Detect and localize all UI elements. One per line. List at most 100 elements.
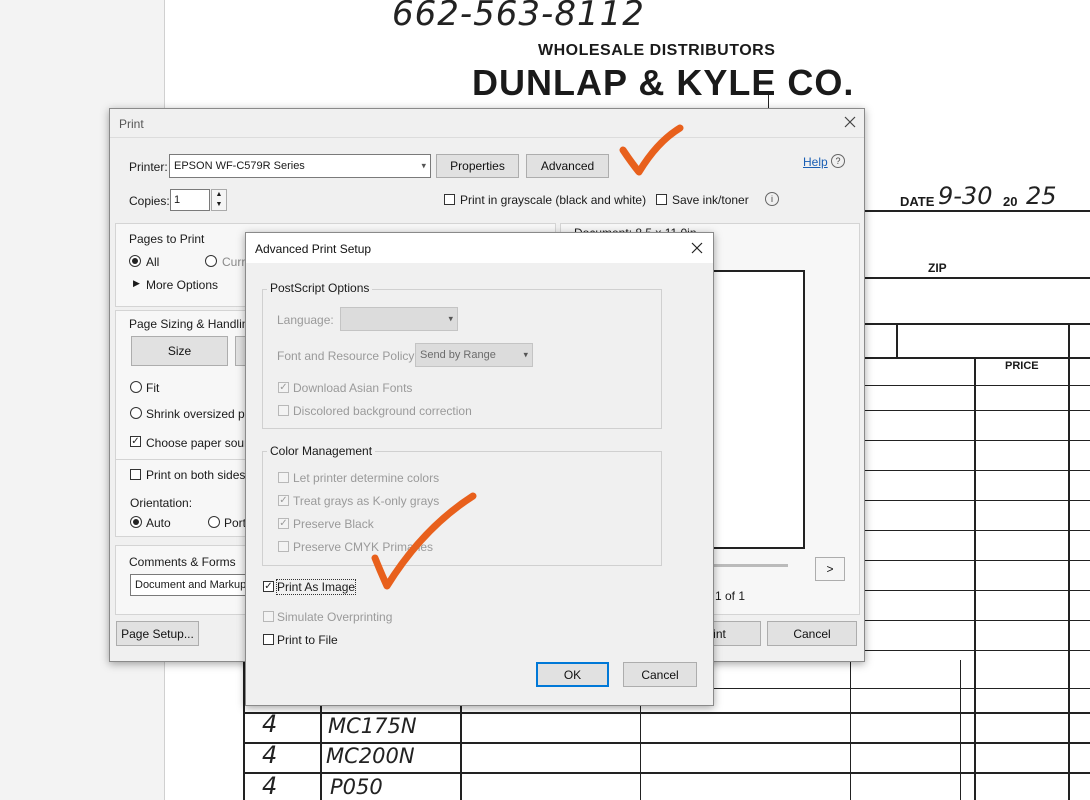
row-item: MC175N <box>328 714 417 738</box>
all-pages-radio[interactable] <box>129 255 141 267</box>
download-asian-checkbox[interactable]: ✓ <box>278 382 289 393</box>
print-to-file-label: Print to File <box>277 633 338 647</box>
sizing-header: Page Sizing & Handling <box>129 317 256 331</box>
choose-source-checkbox[interactable]: ✓ <box>130 436 141 447</box>
order-table-col-line <box>320 705 322 800</box>
preserve-black-checkbox[interactable]: ✓ <box>278 518 289 529</box>
row-rule <box>864 440 1090 441</box>
row-rule <box>864 560 1090 561</box>
grayscale-checkbox[interactable] <box>444 194 455 205</box>
fit-label: Fit <box>146 381 160 395</box>
comments-header: Comments & Forms <box>129 555 236 569</box>
copies-stepper[interactable]: ▲ ▼ <box>211 189 227 211</box>
let-printer-checkbox[interactable] <box>278 472 289 483</box>
auto-orientation-radio[interactable] <box>130 516 142 528</box>
row-qty: 4 <box>262 741 278 769</box>
discolored-checkbox[interactable] <box>278 405 289 416</box>
row-qty: 4 <box>262 772 278 800</box>
size-button[interactable]: Size <box>131 336 228 366</box>
title-separator <box>110 137 864 138</box>
order-row-rule <box>712 688 1090 689</box>
order-table-col-line <box>640 705 641 800</box>
advanced-cancel-button[interactable]: Cancel <box>623 662 697 687</box>
preserve-black-label: Preserve Black <box>293 517 374 531</box>
next-page-button[interactable]: > <box>815 557 845 581</box>
company-name: DUNLAP & KYLE CO. <box>472 62 855 103</box>
auto-orientation-label: Auto <box>146 516 171 530</box>
portrait-radio[interactable] <box>208 516 220 528</box>
print-as-image-label[interactable]: Print As Image <box>275 579 357 595</box>
fit-radio[interactable] <box>130 381 142 393</box>
page-count-label: 1 of 1 <box>715 589 746 603</box>
date-rule <box>864 210 1090 212</box>
table-col-line <box>896 323 898 359</box>
copies-label: Copies: <box>129 194 170 208</box>
printer-select[interactable]: EPSON WF-C579R Series ▾ <box>169 154 431 178</box>
save-ink-checkbox[interactable] <box>656 194 667 205</box>
divider <box>768 95 769 109</box>
treat-grays-checkbox[interactable]: ✓ <box>278 495 289 506</box>
order-row-rule <box>243 772 1090 774</box>
date-label: DATE <box>900 194 935 209</box>
row-rule <box>864 530 1090 531</box>
preserve-cmyk-checkbox[interactable] <box>278 541 289 552</box>
print-dialog-title: Print <box>119 117 144 131</box>
printer-value: EPSON WF-C579R Series <box>174 160 305 172</box>
copies-input[interactable]: 1 <box>170 189 210 211</box>
ok-button[interactable]: OK <box>536 662 609 687</box>
shrink-label: Shrink oversized pag <box>146 407 259 421</box>
chevron-down-icon: ▾ <box>523 349 528 360</box>
advanced-button[interactable]: Advanced <box>526 154 609 178</box>
handwritten-date: 9-30 <box>938 182 993 210</box>
row-rule <box>864 590 1090 591</box>
zip-label: ZIP <box>928 261 947 275</box>
more-options-arrow-icon[interactable]: ▶ <box>133 278 140 289</box>
order-table-col-line <box>960 660 961 800</box>
row-rule <box>864 650 1090 651</box>
zip-rule <box>864 277 1090 279</box>
save-ink-label: Save ink/toner <box>672 193 749 207</box>
pages-header: Pages to Print <box>129 232 205 246</box>
order-table-col-line <box>850 660 851 800</box>
help-icon[interactable]: ? <box>831 154 845 168</box>
language-select[interactable]: ▾ <box>340 307 458 331</box>
row-rule <box>864 385 1090 386</box>
print-cancel-button[interactable]: Cancel <box>767 621 857 646</box>
table-right-line <box>1068 323 1070 800</box>
price-col-line <box>974 357 976 800</box>
wholesale-heading: WHOLESALE DISTRIBUTORS <box>538 42 776 59</box>
advanced-dialog-title: Advanced Print Setup <box>255 242 372 256</box>
close-icon[interactable] <box>843 115 857 129</box>
font-policy-label: Font and Resource Policy: <box>277 349 418 363</box>
chevron-down-icon: ▾ <box>448 313 453 324</box>
both-sides-checkbox[interactable] <box>130 469 141 480</box>
grayscale-label: Print in grayscale (black and white) <box>460 193 647 207</box>
simulate-overprint-label: Simulate Overprinting <box>277 610 393 624</box>
print-to-file-checkbox[interactable] <box>263 634 274 645</box>
preview-scrollbar[interactable] <box>711 564 788 567</box>
font-policy-select[interactable]: Send by Range ▾ <box>415 343 533 367</box>
discolored-label: Discolored background correction <box>293 404 472 418</box>
language-label: Language: <box>277 313 334 327</box>
close-icon[interactable] <box>690 241 704 255</box>
checkmark-annotation-icon <box>619 124 684 176</box>
more-options-toggle[interactable]: More Options <box>146 278 218 292</box>
current-page-radio[interactable] <box>205 255 217 267</box>
help-link[interactable]: Help <box>803 155 828 169</box>
row-rule <box>864 620 1090 621</box>
price-header: PRICE <box>1005 360 1039 372</box>
order-table-col-line <box>460 705 462 800</box>
row-item: P050 <box>330 775 383 799</box>
choose-source-label: Choose paper source <box>146 436 261 450</box>
print-as-image-checkbox[interactable]: ✓ <box>263 581 274 592</box>
info-icon[interactable]: i <box>765 192 779 206</box>
page-setup-button[interactable]: Page Setup... <box>116 621 199 646</box>
simulate-overprint-checkbox[interactable] <box>263 611 274 622</box>
download-asian-label: Download Asian Fonts <box>293 381 413 395</box>
comments-select[interactable]: Document and Markup <box>130 574 260 596</box>
printer-label: Printer: <box>129 160 168 174</box>
shrink-radio[interactable] <box>130 407 142 419</box>
comments-value: Document and Markup <box>135 579 247 591</box>
year-prefix: 20 <box>1003 194 1018 209</box>
properties-button[interactable]: Properties <box>436 154 519 178</box>
